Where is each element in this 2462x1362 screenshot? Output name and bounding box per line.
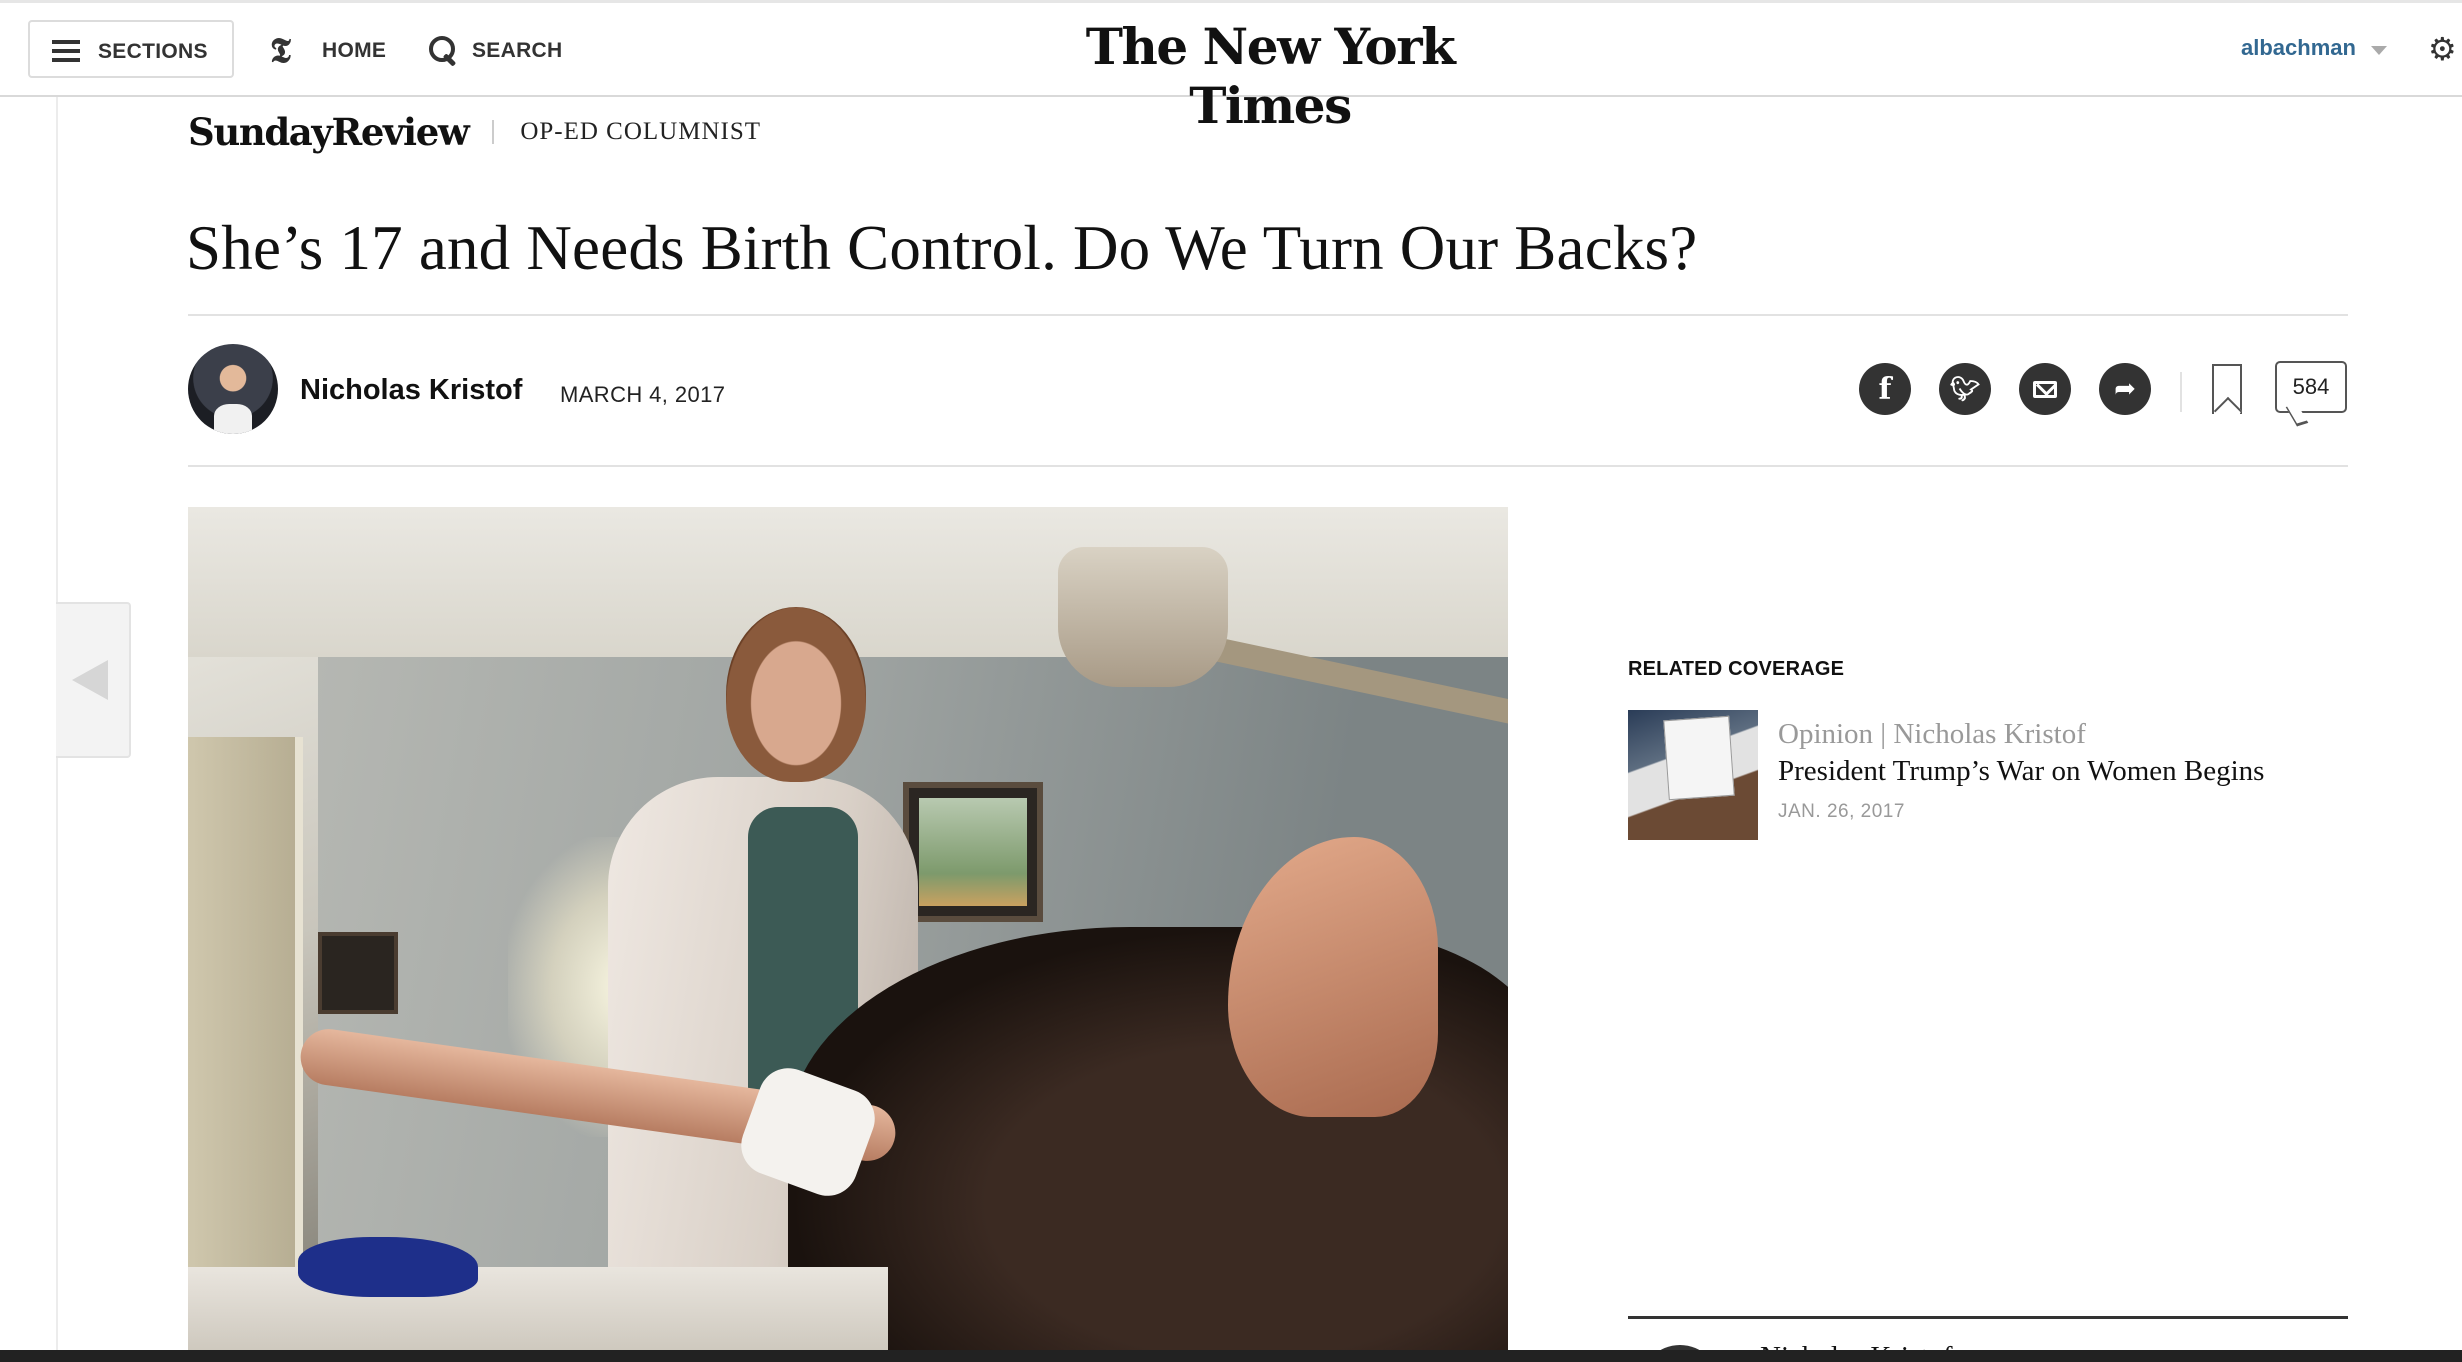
related-article-date: JAN. 26, 2017 [1778,801,1905,822]
search-button[interactable]: SEARCH [428,31,562,71]
search-icon [428,34,458,68]
byline-divider [188,465,2348,467]
previous-article-tab[interactable] [56,602,131,758]
article-headline: She’s 17 and Needs Birth Control. Do We … [186,213,1698,283]
sunday-review-logo[interactable]: SundayReview [188,110,470,154]
toolbar-divider [2180,372,2182,412]
kicker-divider [492,120,495,144]
nyt-t-logo-icon: 𝕿 [270,31,291,71]
sections-label: SECTIONS [98,40,208,63]
sidebar-divider [1628,1316,2348,1319]
article-lead-photo[interactable] [188,507,1508,1355]
headline-divider [188,314,2348,316]
related-article-kicker[interactable]: Opinion | Nicholas Kristof [1778,718,2086,751]
related-article-thumbnail[interactable] [1628,710,1758,840]
top-navigation-bar: SECTIONS 𝕿 HOME SEARCH The New York Time… [0,0,2462,135]
email-icon[interactable] [2019,363,2071,415]
hamburger-icon [52,40,80,62]
gear-icon[interactable]: ⚙ [2428,33,2457,65]
arrow-left-icon [72,660,108,700]
search-label: SEARCH [472,39,563,62]
author-name[interactable]: Nicholas Kristof [300,374,522,407]
related-article-title[interactable]: President Trump’s War on Women Begins [1778,755,2264,788]
home-label: HOME [322,39,387,62]
window-bottom-edge [0,1350,2462,1362]
section-kicker: SundayReview OP-ED COLUMNIST [188,110,761,154]
sections-button[interactable]: SECTIONS [28,20,234,78]
account-username[interactable]: albachman [2241,35,2356,61]
related-coverage-heading: RELATED COVERAGE [1628,658,1845,680]
column-label[interactable]: OP-ED COLUMNIST [520,118,761,146]
home-button[interactable]: 𝕿 HOME [270,31,386,71]
twitter-icon[interactable]: 🐦︎ [1939,363,1991,415]
chevron-down-icon[interactable] [2371,46,2387,55]
nyt-masthead-logo[interactable]: The New York Times [1060,17,1480,135]
bookmark-icon[interactable] [2212,364,2242,414]
share-icon[interactable]: ➦ [2099,363,2151,415]
facebook-icon[interactable]: f [1859,363,1911,415]
author-avatar[interactable] [188,344,278,434]
comments-button[interactable]: 584 [2275,361,2347,413]
publish-date: MARCH 4, 2017 [560,382,726,407]
